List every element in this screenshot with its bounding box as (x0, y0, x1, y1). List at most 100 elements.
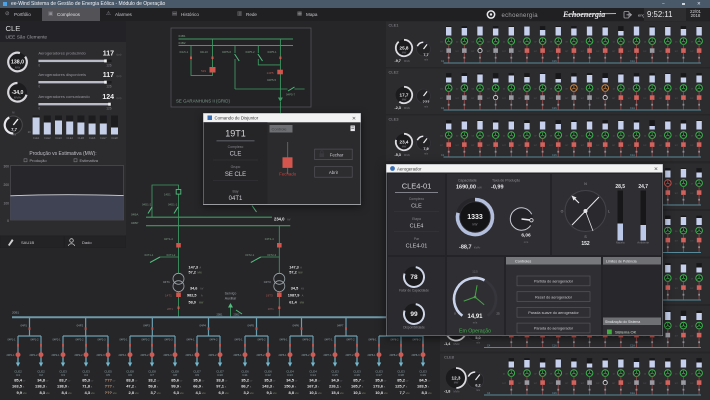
svg-text:04P6-1: 04P6-1 (279, 339, 288, 342)
svg-text:10,1: 10,1 (309, 390, 318, 395)
svg-text:kV: kV (91, 380, 94, 382)
svg-text:MW: MW (202, 393, 207, 395)
svg-text:M: M (12, 111, 14, 115)
svg-text:kV: kV (201, 288, 204, 291)
svg-text:10,8: 10,8 (375, 390, 384, 395)
svg-text:04L10: 04L10 (200, 50, 208, 54)
svg-text:A: A (428, 386, 430, 389)
svg-text:Ambiente: Ambiente (637, 241, 649, 245)
svg-text:0: 0 (7, 219, 9, 223)
svg-text:Bay: Bay (232, 189, 238, 193)
svg-text:A: A (180, 386, 182, 389)
svg-text:C16: C16 (552, 344, 557, 347)
svg-text:Aerogeradores produzindo: Aerogeradores produzindo (38, 51, 86, 56)
svg-text:04P3-3: 04P3-3 (164, 339, 173, 342)
svg-text:C1A: C1A (630, 392, 635, 395)
svg-text:(un): (un) (117, 96, 122, 100)
svg-text:04P4: 04P4 (199, 323, 206, 327)
svg-text:04P7: 04P7 (337, 323, 344, 327)
svg-text:125,7: 125,7 (395, 384, 406, 389)
svg-text:78: 78 (410, 274, 418, 281)
svg-text:35,6: 35,6 (375, 377, 384, 382)
svg-text:MW: MW (298, 272, 303, 275)
svg-text:126: 126 (106, 63, 112, 67)
svg-text:MVAr: MVAr (454, 343, 460, 346)
svg-text:85,3: 85,3 (82, 377, 91, 382)
svg-text:kV: kV (362, 380, 365, 382)
svg-text:04P2-2: 04P2-2 (75, 339, 84, 342)
svg-text:MW: MW (384, 393, 389, 395)
svg-text:kV: kV (288, 218, 291, 222)
svg-text:kW: kW (473, 223, 479, 227)
svg-text:99: 99 (410, 311, 418, 318)
svg-text:C16: C16 (552, 60, 557, 63)
svg-text:MW: MW (198, 272, 203, 275)
svg-text:20P6-2: 20P6-2 (301, 354, 310, 357)
svg-text:CLE3: CLE3 (389, 117, 400, 122)
svg-text:kV: kV (113, 380, 116, 382)
svg-text:04T1: 04T1 (163, 280, 170, 284)
svg-text:-1,4: -1,4 (444, 342, 451, 346)
svg-text:34,8: 34,8 (309, 377, 318, 382)
svg-text:MW: MW (454, 381, 459, 385)
svg-text:982,5: 982,5 (187, 293, 197, 297)
svg-text:126: 126 (106, 85, 112, 89)
svg-text:14T1: 14T1 (165, 294, 172, 298)
svg-text:20P2-3: 20P2-3 (96, 354, 105, 357)
svg-text:m/s: m/s (524, 240, 529, 244)
svg-text:04P1-2: 04P1-2 (30, 339, 39, 342)
svg-text:20P1-1: 20P1-1 (6, 354, 15, 357)
svg-text:Disponibilidade: Disponibilidade (403, 326, 425, 330)
svg-text:Complexo: Complexo (227, 145, 243, 149)
svg-text:34,5: 34,5 (291, 287, 298, 291)
svg-text:Partida do aerogerador: Partida do aerogerador (534, 280, 574, 284)
svg-text:Fator de Capacidade: Fator de Capacidade (399, 289, 429, 293)
svg-text:MW: MW (402, 98, 407, 102)
svg-text:A: A (302, 294, 304, 297)
svg-text:152: 152 (581, 241, 590, 247)
svg-text:kV: kV (273, 380, 276, 382)
svg-text:kV: kV (46, 380, 49, 382)
svg-text:A: A (300, 267, 302, 270)
svg-text:143,3: 143,3 (262, 384, 273, 389)
svg-text:Estimativa: Estimativa (80, 158, 99, 163)
svg-text:20B1: 20B1 (217, 313, 223, 316)
svg-text:Complexo: Complexo (409, 197, 424, 201)
svg-text:A: A (201, 294, 203, 297)
svg-text:0: 0 (38, 85, 40, 89)
svg-text:35,2: 35,2 (241, 377, 250, 382)
svg-text:117: 117 (103, 72, 114, 79)
svg-text:04P1: 04P1 (20, 323, 27, 327)
svg-text:85,6: 85,6 (171, 377, 180, 382)
svg-text:CLE: CLE (229, 151, 241, 157)
svg-text:150,6: 150,6 (284, 384, 295, 389)
svg-text:04P5-5: 04P5-5 (267, 78, 276, 82)
svg-text:Par: Par (414, 237, 420, 241)
svg-text:126: 126 (106, 107, 112, 111)
svg-text:MW: MW (402, 145, 407, 149)
svg-text:UEE São Clemente: UEE São Clemente (6, 35, 48, 41)
svg-text:MW: MW (428, 393, 433, 395)
svg-text:MW: MW (295, 393, 300, 395)
svg-text:MW: MW (23, 393, 28, 395)
svg-text:A: A (362, 386, 364, 389)
svg-text:CLE6: CLE6 (89, 136, 96, 140)
svg-text:33,8: 33,8 (216, 377, 225, 382)
svg-text:04P8-3: 04P8-3 (412, 339, 421, 342)
svg-text:✕: ✕ (351, 115, 355, 121)
svg-text:04L5-1: 04L5-1 (180, 50, 189, 54)
svg-text:173,6: 173,6 (373, 384, 384, 389)
svg-text:Etapa: Etapa (412, 217, 421, 221)
svg-text:???: ??? (105, 384, 113, 389)
svg-text:MW: MW (318, 393, 323, 395)
svg-text:04T2-2: 04T2-2 (267, 253, 276, 257)
svg-text:MW: MW (91, 393, 96, 395)
svg-text:165,7: 165,7 (351, 384, 362, 389)
svg-text:58,0: 58,0 (189, 300, 196, 304)
svg-text:04T1-1: 04T1-1 (145, 253, 154, 257)
svg-text:20P3-1: 20P3-1 (118, 354, 127, 357)
svg-text:04P5-7: 04P5-7 (286, 93, 295, 97)
svg-text:147,3: 147,3 (289, 266, 299, 270)
svg-text:-5,3: -5,3 (395, 153, 401, 157)
svg-text:1690,00: 1690,00 (456, 185, 476, 191)
